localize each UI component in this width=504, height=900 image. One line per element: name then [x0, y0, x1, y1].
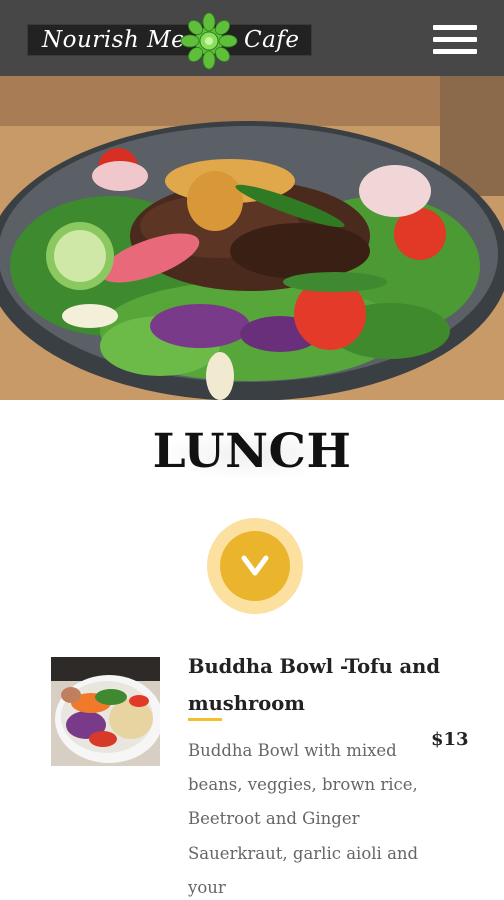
- expand-section-button[interactable]: [207, 518, 303, 614]
- menu-item-price: $13: [431, 729, 469, 750]
- menu-item-name[interactable]: Buddha Bowl -Tofu and mushroom: [188, 648, 458, 722]
- chevron-down-icon: [241, 555, 269, 576]
- menu-item-description: Buddha Bowl with mixed beans, veggies, b…: [188, 741, 419, 897]
- mandala-logo-icon: [180, 12, 238, 70]
- hamburger-menu-icon[interactable]: [433, 25, 477, 57]
- site-logo[interactable]: Nourish Me Cafe: [27, 12, 312, 70]
- menu-item-photo[interactable]: [51, 657, 160, 766]
- menu-item-underline: [188, 718, 222, 721]
- site-header: Nourish Me Cafe: [0, 0, 504, 76]
- logo-text-left: Nourish Me: [42, 27, 186, 53]
- chevron-circle: [220, 531, 290, 601]
- logo-text-right: Cafe: [244, 27, 300, 53]
- section-title: LUNCH: [152, 424, 352, 479]
- hero-image: [0, 76, 504, 400]
